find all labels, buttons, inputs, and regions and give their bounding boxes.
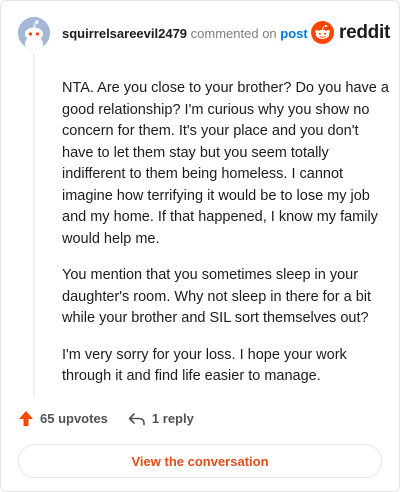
- comment-header: squirrelsareevil2479 commented on post: [62, 25, 308, 43]
- comment-actions: 65 upvotes 1 reply: [18, 410, 194, 427]
- reddit-snoo-logo-icon: [311, 21, 334, 44]
- comment-paragraph: I'm very sorry for your loss. I hope you…: [62, 346, 347, 385]
- reddit-logo[interactable]: reddit: [311, 21, 390, 44]
- post-link[interactable]: post: [280, 26, 307, 41]
- user-avatar[interactable]: [18, 17, 50, 49]
- username-link[interactable]: squirrelsareevil2479: [62, 26, 187, 41]
- comment-paragraph: NTA. Are you close to your brother? Do y…: [62, 80, 389, 247]
- reply-button[interactable]: 1 reply: [128, 411, 194, 426]
- view-conversation-button[interactable]: View the conversation: [18, 444, 382, 478]
- upvote-button[interactable]: 65 upvotes: [18, 410, 108, 427]
- reddit-wordmark: reddit: [339, 21, 390, 43]
- comment-body: NTA. Are you close to your brother? Do y…: [62, 78, 389, 403]
- reply-arrow-icon: [128, 412, 145, 425]
- snoo-avatar-icon: [18, 17, 50, 49]
- commented-on-label: commented on: [190, 26, 277, 41]
- comment-card: squirrelsareevil2479 commented on post r…: [0, 0, 400, 492]
- thread-line[interactable]: [33, 53, 35, 396]
- comment-paragraph: You mention that you sometimes sleep in …: [62, 267, 372, 326]
- upvote-count: 65 upvotes: [40, 411, 108, 426]
- reply-count: 1 reply: [151, 411, 194, 426]
- upvote-arrow-icon: [19, 411, 33, 426]
